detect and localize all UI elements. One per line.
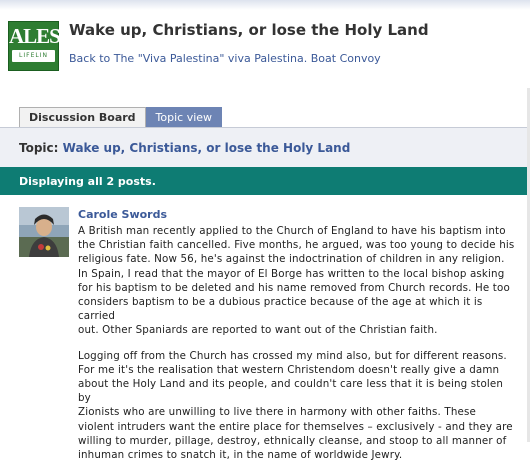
post-line: willing to murder, pillage, destroy, eth…: [78, 434, 507, 447]
tab-topic-view[interactable]: Topic view: [145, 107, 223, 129]
post-author-link[interactable]: Carole Swords: [78, 208, 167, 221]
post-line: inhuman crimes to snatch it, in the name…: [78, 449, 403, 462]
topic-header: Topic: Wake up, Christians, or lose the …: [0, 127, 530, 167]
post-line: religious fate. Now 56, he's against the…: [78, 253, 505, 266]
tab-bar: Discussion Board Topic view: [19, 107, 223, 129]
post-line: violent intruders want the entire place …: [78, 420, 513, 433]
tab-discussion-board[interactable]: Discussion Board: [19, 107, 146, 128]
post-count-bar: Displaying all 2 posts.: [0, 167, 530, 195]
topic-label-row: Topic: Wake up, Christians, or lose the …: [19, 141, 350, 155]
post-line: the Christian faith cancelled. Five mont…: [78, 239, 515, 252]
post-line: In Spain, I read that the mayor of El Bo…: [78, 267, 505, 280]
post-paragraph: A British man recently applied to the Ch…: [78, 224, 518, 338]
topic-title-link[interactable]: Wake up, Christians, or lose the Holy La…: [63, 141, 351, 155]
post-line: Logging off from the Church has crossed …: [78, 349, 507, 362]
page-title: Wake up, Christians, or lose the Holy La…: [69, 21, 429, 39]
group-logo[interactable]: ALES LIFELIN: [8, 21, 61, 71]
post-line: for his baptism to be deleted and his na…: [78, 281, 510, 294]
post-line: about the Holy Land and its people, and …: [78, 378, 504, 405]
top-band: [0, 0, 530, 10]
post-count-text: Displaying all 2 posts.: [19, 175, 156, 188]
logo-text: ALES: [9, 24, 61, 48]
post-line: For me it's the realisation that western…: [78, 363, 500, 376]
post-line: considers baptism to be a dubious practi…: [78, 296, 483, 323]
topic-label: Topic:: [19, 141, 59, 155]
avatar[interactable]: [19, 207, 69, 257]
post-paragraph: Logging off from the Church has crossed …: [78, 349, 518, 462]
post-line: out. Other Spaniards are reported to wan…: [78, 324, 438, 337]
back-link[interactable]: Back to The "Viva Palestina" viva Palest…: [69, 52, 381, 65]
post-body: A British man recently applied to the Ch…: [78, 224, 518, 462]
post-line: A British man recently applied to the Ch…: [78, 225, 506, 237]
avatar-photo: [19, 207, 69, 257]
logo-subtext: LIFELIN: [12, 50, 55, 62]
post-line: Zionists who are unwilling to live there…: [78, 406, 477, 419]
